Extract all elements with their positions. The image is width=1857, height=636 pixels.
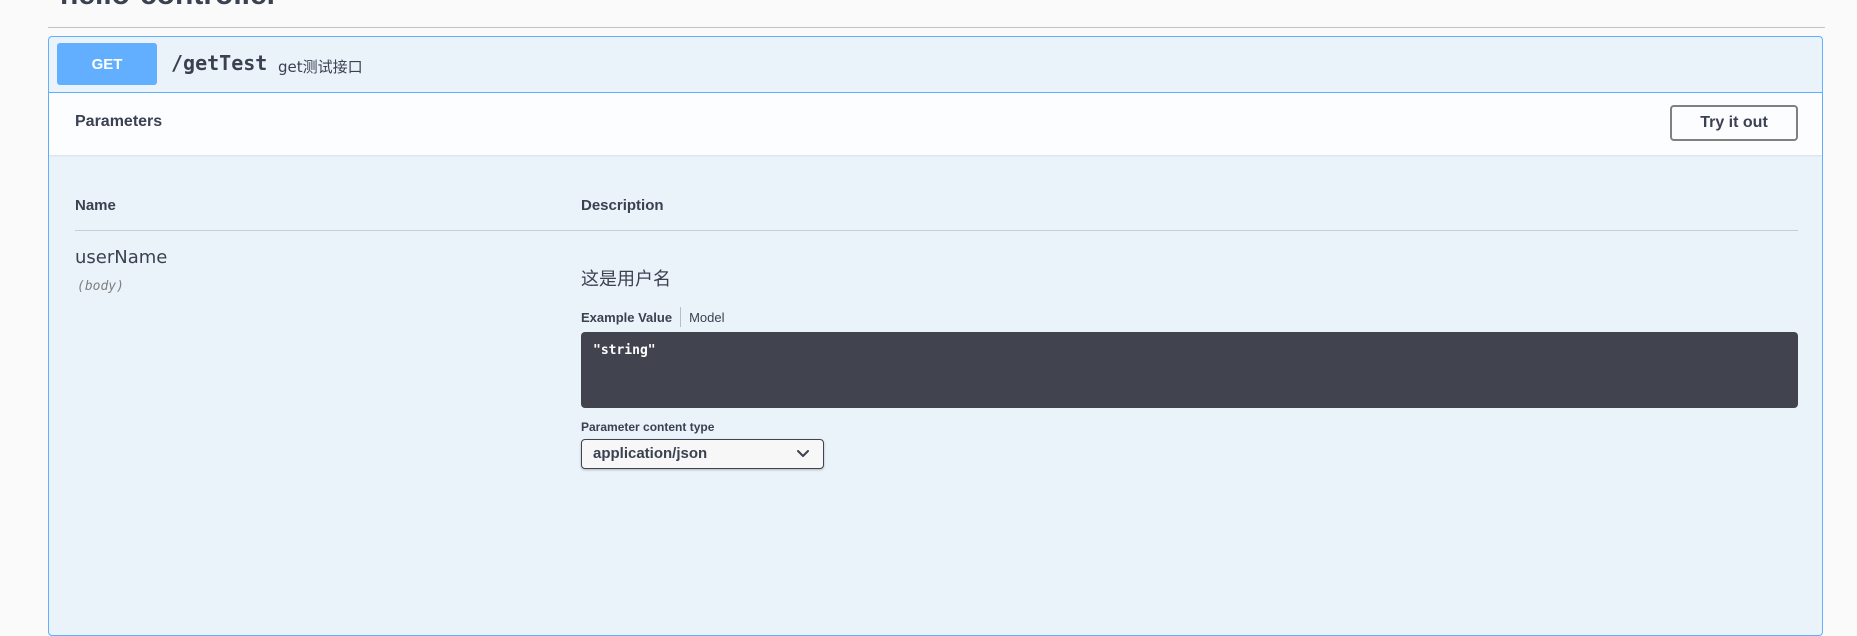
- column-header-description: Description: [581, 197, 664, 214]
- content-type-select[interactable]: application/json: [581, 439, 824, 469]
- tab-example-value[interactable]: Example Value: [581, 310, 680, 325]
- operation-summary[interactable]: GET /getTest get测试接口: [49, 37, 1822, 93]
- example-value-code[interactable]: "string": [581, 332, 1798, 408]
- parameter-name: userName: [75, 247, 168, 268]
- content-type-value: application/json: [593, 445, 708, 462]
- content-type-label: Parameter content type: [581, 420, 715, 434]
- example-value-text: "string": [593, 343, 656, 358]
- chevron-down-icon: [797, 450, 809, 457]
- operation-path[interactable]: /getTest: [171, 51, 267, 75]
- try-it-out-button[interactable]: Try it out: [1670, 105, 1798, 141]
- tab-model[interactable]: Model: [681, 310, 724, 325]
- parameter-description: 这是用户名: [581, 269, 671, 290]
- parameter-location: (body): [77, 279, 124, 294]
- example-tabs: Example Value Model: [581, 307, 724, 327]
- parameters-title: Parameters: [75, 113, 163, 130]
- operation-description: get测试接口: [278, 58, 363, 76]
- method-badge[interactable]: GET: [57, 43, 157, 85]
- column-header-name: Name: [75, 197, 116, 214]
- parameters-header: Parameters Try it out: [49, 93, 1822, 155]
- table-header-divider: [75, 230, 1798, 231]
- section-title[interactable]: hello-controller: [60, 0, 278, 12]
- section-divider: [48, 27, 1825, 28]
- operation-block-get-gettest: GET /getTest get测试接口 Parameters Try it o…: [48, 36, 1823, 636]
